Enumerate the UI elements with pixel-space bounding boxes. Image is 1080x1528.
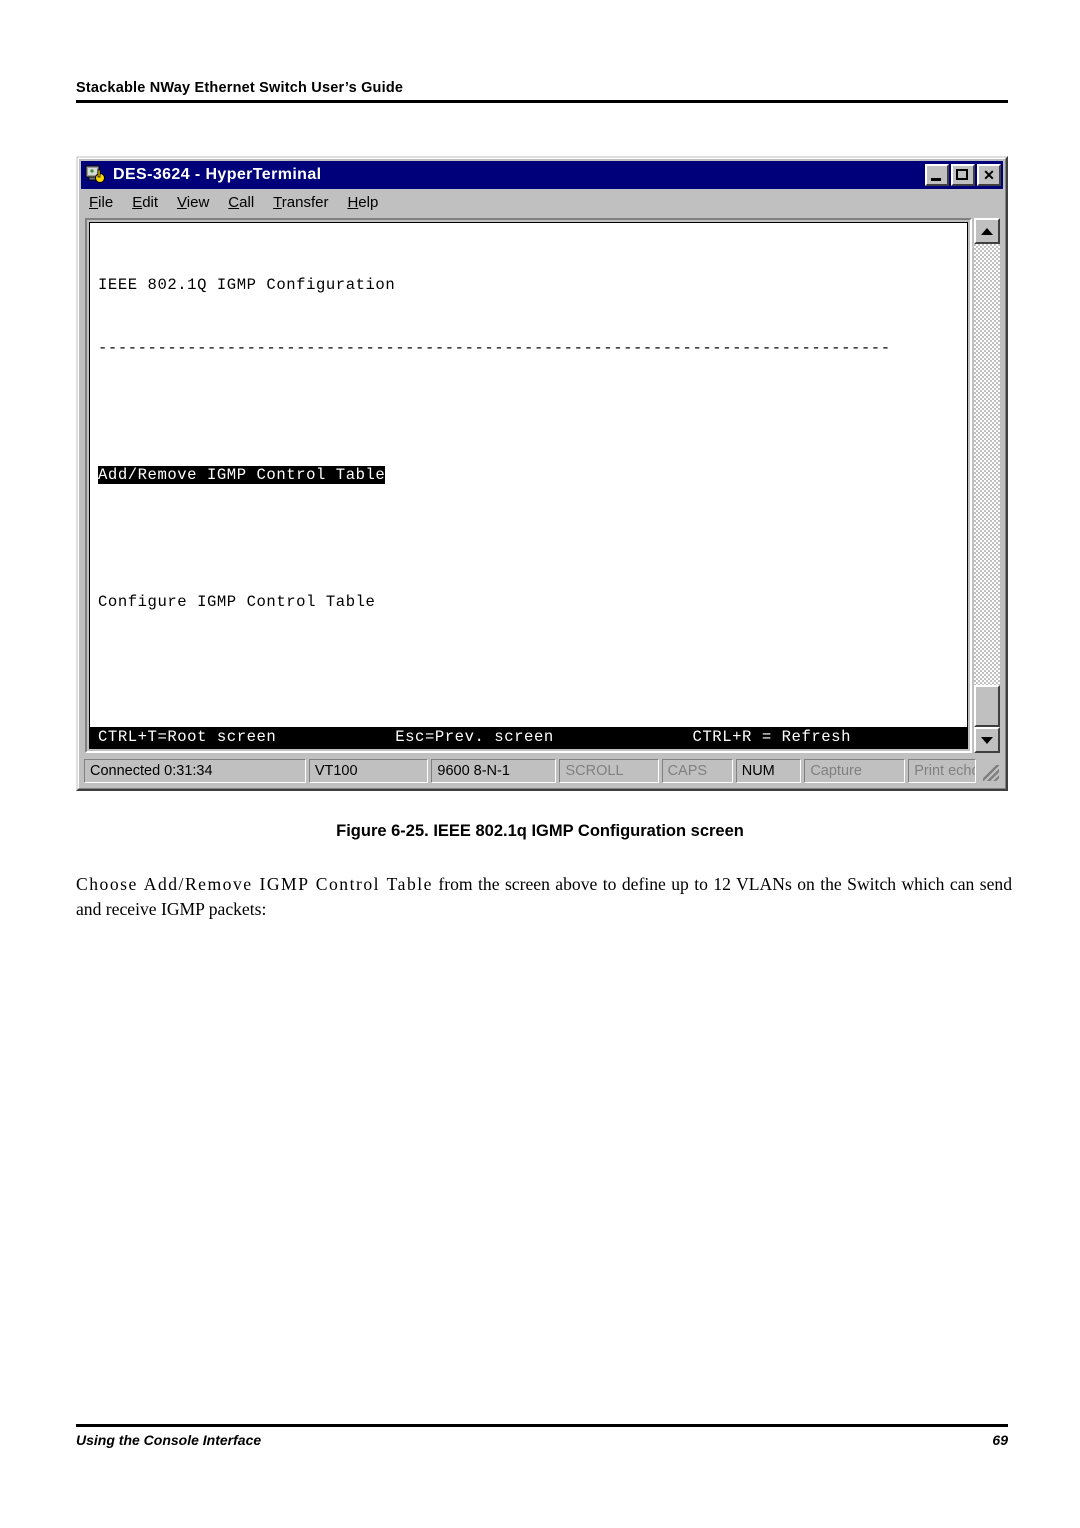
menu-mnemonic: E	[132, 193, 143, 211]
close-icon: ✕	[983, 166, 995, 183]
terminal-menu-item-configure-igmp-control-table[interactable]: Configure IGMP Control Table	[98, 593, 375, 611]
terminal-scrollbar[interactable]	[974, 218, 1000, 753]
terminal-menu-row-2: Configure IGMP Control Table	[98, 592, 967, 613]
window-statusbar: Connected 0:31:34 VT100 9600 8-N-1 SCROL…	[81, 756, 1003, 786]
status-caps-indicator: CAPS	[661, 759, 733, 783]
menu-label: ransfer	[281, 193, 329, 211]
terminal-line-title: IEEE 802.1Q IGMP Configuration	[98, 276, 396, 295]
body-text-part-1: Choose	[76, 874, 144, 894]
window-title: DES-3624 - HyperTerminal	[113, 166, 322, 183]
minimize-button[interactable]	[925, 164, 949, 186]
page-header-title: Stackable NWay Ethernet Switch User’s Gu…	[76, 80, 404, 96]
window-titlebar[interactable]: DES-3624 - HyperTerminal ✕	[81, 161, 1003, 189]
hyperterminal-window: DES-3624 - HyperTerminal ✕ File Edit Vie…	[76, 156, 1008, 791]
terminal-frame: IEEE 802.1Q IGMP Configuration ---------…	[85, 218, 972, 753]
menu-item-help[interactable]: Help	[347, 194, 378, 211]
terminal-status-line: CTRL+T=Root screen Esc=Prev. screen CTRL…	[90, 726, 967, 748]
scroll-up-button[interactable]	[974, 218, 1000, 244]
body-text-emphasis: Add/Remove IGMP Control Table	[143, 874, 433, 894]
resize-grip-icon[interactable]	[979, 759, 1001, 783]
page-header: Stackable NWay Ethernet Switch User’s Gu…	[76, 80, 1008, 103]
window-controls: ✕	[925, 164, 1001, 186]
menu-mnemonic: T	[273, 193, 282, 211]
menu-item-view[interactable]: View	[177, 194, 209, 211]
menu-label: dit	[142, 193, 159, 211]
page-footer-section-label: Using the Console Interface	[76, 1432, 262, 1448]
menu-mnemonic: C	[228, 193, 240, 211]
status-capture-indicator[interactable]: Capture	[804, 759, 906, 783]
menu-label: all	[239, 193, 255, 211]
status-emulation: VT100	[308, 759, 429, 783]
terminal-menu-row-1: Add/Remove IGMP Control Table	[98, 465, 967, 486]
page-header-divider	[76, 100, 1008, 103]
page-footer: Using the Console Interface 69	[76, 1424, 1008, 1448]
status-print-echo-indicator[interactable]: Print echo	[908, 759, 976, 783]
menu-label: elp	[358, 193, 379, 211]
menu-label: ile	[98, 193, 114, 211]
status-line-settings: 9600 8-N-1	[431, 759, 557, 783]
scroll-down-button[interactable]	[974, 727, 1000, 753]
window-inner-frame: DES-3624 - HyperTerminal ✕ File Edit Vie…	[78, 158, 1006, 789]
maximize-button[interactable]	[951, 164, 975, 186]
window-menubar: File Edit View Call Transfer Help	[81, 189, 1003, 215]
hyperterminal-icon	[85, 165, 107, 185]
scrollbar-track[interactable]	[974, 244, 1000, 685]
menu-item-file[interactable]: File	[89, 194, 113, 211]
status-connected: Connected 0:31:34	[84, 759, 306, 783]
menu-mnemonic: F	[89, 193, 99, 211]
page-number: 69	[992, 1432, 1008, 1448]
status-num-indicator: NUM	[735, 759, 802, 783]
terminal-line-divider: ----------------------------------------…	[98, 339, 891, 358]
chevron-down-icon	[981, 736, 993, 744]
figure-caption: Figure 6-25. IEEE 802.1q IGMP Configurat…	[336, 822, 744, 840]
status-scroll-indicator: SCROLL	[559, 759, 659, 783]
page-footer-divider	[76, 1424, 1008, 1427]
menu-mnemonic: V	[177, 193, 187, 211]
menu-mnemonic: H	[347, 193, 359, 211]
menu-label: iew	[186, 193, 210, 211]
window-client-area: IEEE 802.1Q IGMP Configuration ---------…	[81, 215, 1003, 756]
terminal-menu-item-add-remove-igmp-control-table[interactable]: Add/Remove IGMP Control Table	[98, 466, 386, 485]
terminal-frame-inner: IEEE 802.1Q IGMP Configuration ---------…	[89, 222, 968, 749]
scrollbar-thumb[interactable]	[974, 685, 1000, 727]
menu-item-call[interactable]: Call	[228, 194, 254, 211]
page-footer-row: Using the Console Interface 69	[76, 1432, 1008, 1448]
menu-item-transfer[interactable]: Transfer	[273, 194, 328, 211]
body-paragraph: Choose Add/Remove IGMP Control Table fro…	[76, 872, 1012, 922]
menu-item-edit[interactable]: Edit	[132, 194, 158, 211]
close-button[interactable]: ✕	[977, 164, 1001, 186]
chevron-up-icon	[981, 227, 993, 235]
terminal-screen[interactable]: IEEE 802.1Q IGMP Configuration ---------…	[90, 223, 967, 748]
